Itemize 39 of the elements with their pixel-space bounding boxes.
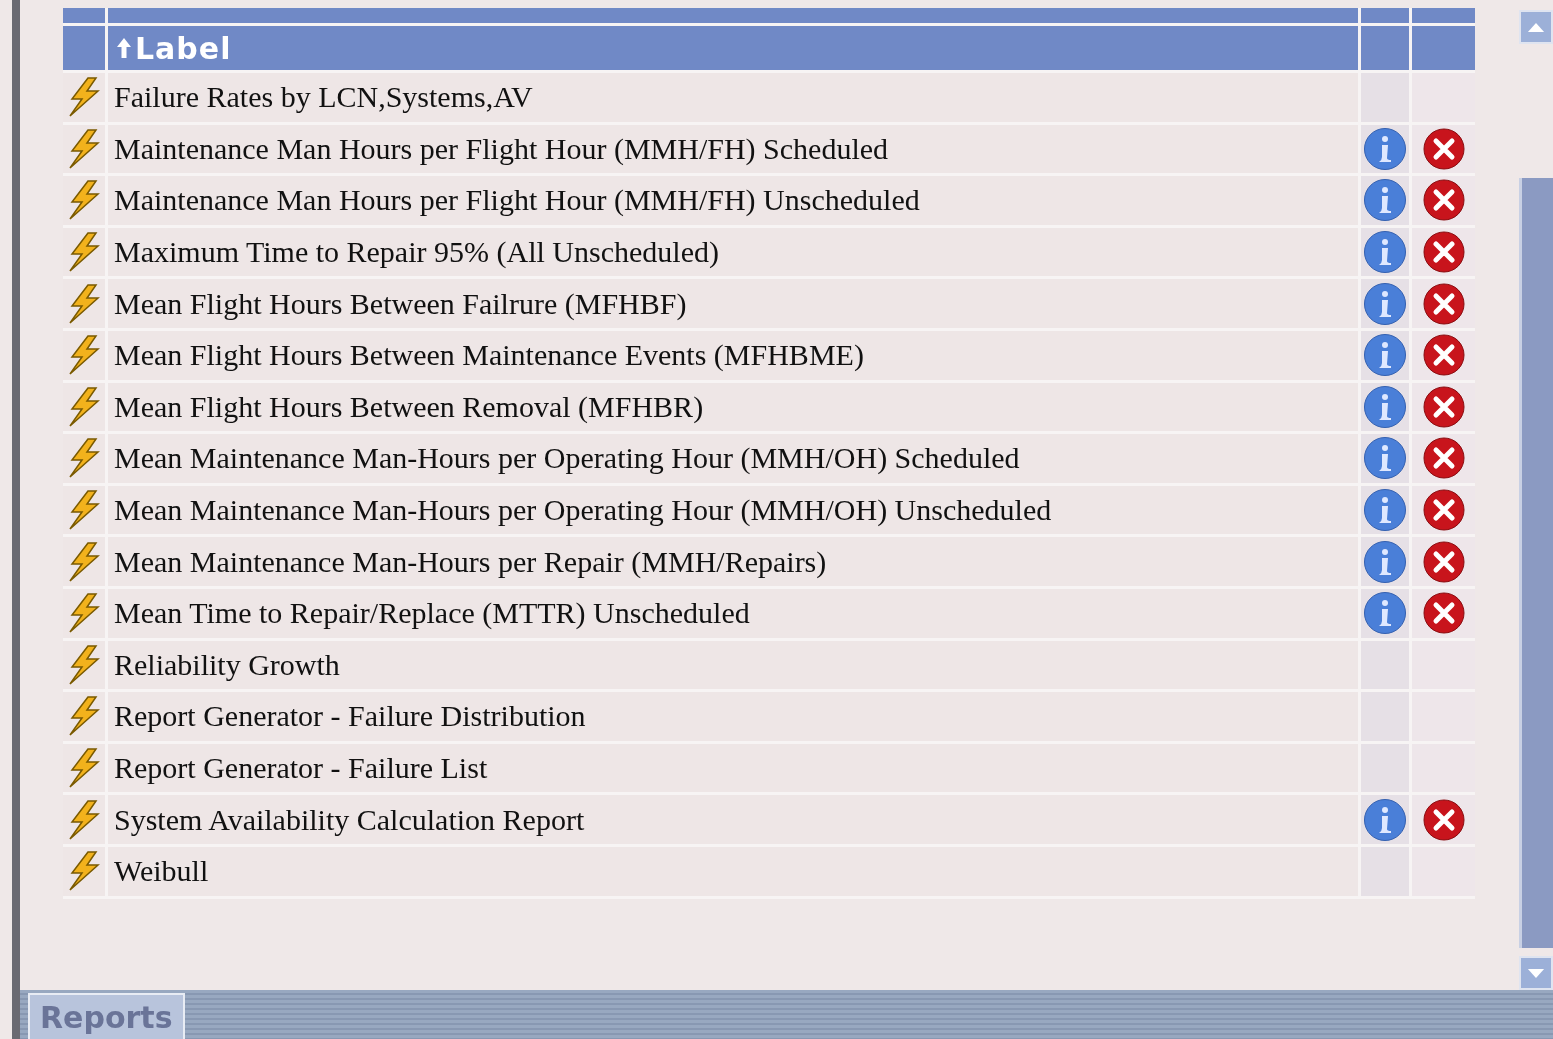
delete-icon[interactable] <box>1421 436 1466 481</box>
scroll-down-button[interactable] <box>1519 956 1553 990</box>
delete-icon[interactable] <box>1421 178 1466 223</box>
delete-icon[interactable] <box>1421 797 1466 842</box>
report-label[interactable]: Mean Maintenance Man-Hours per Repair (MMH/Repairs) <box>114 544 827 579</box>
report-label[interactable]: Maximum Time to Repair 95% (All Unscheduled) <box>114 235 719 270</box>
up-triangle-icon <box>1527 21 1545 33</box>
header-strip-cell <box>63 8 105 23</box>
report-label[interactable]: Mean Maintenance Man-Hours per Operating Hour (MMH/OH) Unscheduled <box>114 493 1052 528</box>
header-cell <box>63 26 105 70</box>
report-label[interactable]: Mean Flight Hours Between Failrure (MFHBF) <box>114 286 687 321</box>
report-label[interactable]: Report Generator - Failure Distribution <box>114 699 586 734</box>
header-strip-cell <box>1361 8 1409 23</box>
delete-icon[interactable] <box>1421 591 1466 636</box>
header-cell <box>1361 26 1409 70</box>
report-label[interactable]: Maintenance Man Hours per Flight Hour (MMH/FH) Unscheduled <box>114 183 920 218</box>
header-cell <box>1412 26 1475 70</box>
delete-icon[interactable] <box>1421 126 1466 171</box>
delete-icon[interactable] <box>1421 281 1466 326</box>
report-label[interactable]: Failure Rates by LCN,Systems,AV <box>114 80 533 115</box>
delete-icon[interactable] <box>1421 488 1466 533</box>
scrollbar-thumb[interactable] <box>1519 178 1553 948</box>
report-label[interactable]: Mean Maintenance Man-Hours per Operating Hour (MMH/OH) Scheduled <box>114 441 1020 476</box>
report-label[interactable]: Report Generator - Failure List <box>114 751 488 785</box>
scroll-up-button[interactable] <box>1519 10 1553 44</box>
vertical-scrollbar[interactable] <box>1519 8 1553 990</box>
report-label[interactable]: System Availability Calculation Report <box>114 802 585 837</box>
report-label[interactable]: Weibull <box>114 854 209 889</box>
report-label[interactable]: Mean Flight Hours Between Maintenance Events (MFHBME) <box>114 338 864 373</box>
delete-icon[interactable] <box>1421 333 1466 378</box>
report-label[interactable]: Mean Flight Hours Between Removal (MFHBR) <box>114 389 704 424</box>
report-label[interactable]: Mean Time to Repair/Replace (MTTR) Unscheduled <box>114 596 750 631</box>
header-strip-cell <box>1412 8 1475 23</box>
delete-icon[interactable] <box>1421 384 1466 429</box>
delete-icon[interactable] <box>1421 230 1466 275</box>
delete-icon[interactable] <box>1421 539 1466 584</box>
report-label[interactable]: Reliability Growth <box>114 647 340 682</box>
down-triangle-icon <box>1527 967 1545 979</box>
report-label[interactable]: Maintenance Man Hours per Flight Hour (MMH/FH) Scheduled <box>114 131 889 166</box>
